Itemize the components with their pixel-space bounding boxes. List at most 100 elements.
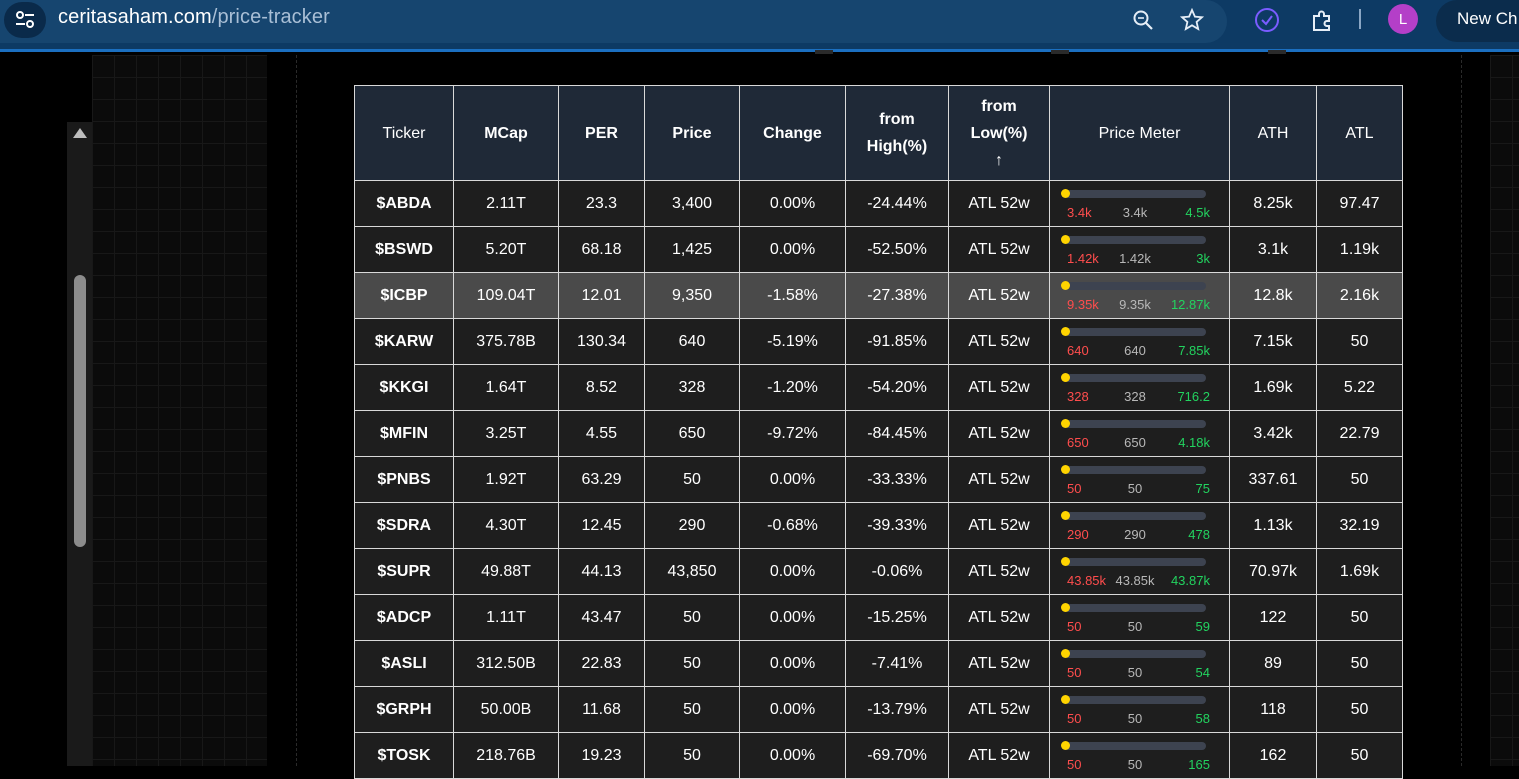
profile-avatar[interactable]: L <box>1388 4 1418 34</box>
atl-cell: 50 <box>1316 732 1403 779</box>
table-row[interactable]: $ASLI 312.50B 22.83 50 0.00% -7.41% ATL 52w 50 5… <box>354 640 1403 687</box>
ticker-link[interactable]: $KKGI <box>354 364 454 411</box>
ticker-link[interactable]: $PNBS <box>354 456 454 503</box>
header-change[interactable]: Change <box>739 85 846 181</box>
ath-cell: 337.61 <box>1229 456 1317 503</box>
extensions-puzzle-icon[interactable] <box>1308 6 1336 34</box>
price-meter-current: 50 <box>1127 710 1143 726</box>
table-row[interactable]: $KARW 375.78B 130.34 640 -5.19% -91.85% ATL 52… <box>354 318 1403 365</box>
price-meter-bar <box>1064 695 1206 704</box>
price-meter-cell: 328 328 716.2 <box>1049 364 1230 411</box>
ticker-link[interactable]: $TOSK <box>354 732 454 779</box>
header-ticker[interactable]: Ticker <box>354 85 454 181</box>
header-mcap[interactable]: MCap <box>453 85 559 181</box>
header-from-low[interactable]: from Low(%) ↑ <box>948 85 1050 181</box>
from-low-cell: ATL 52w <box>948 318 1050 365</box>
price-meter: 3.4k 3.4k 4.5k <box>1060 184 1220 224</box>
atl-cell: 22.79 <box>1316 410 1403 457</box>
table-row[interactable]: $ICBP 109.04T 12.01 9,350 -1.58% -27.38% ATL 5… <box>354 272 1403 319</box>
from-low-cell: ATL 52w <box>948 594 1050 641</box>
atl-cell: 50 <box>1316 686 1403 733</box>
price-meter-cell: 9.35k 9.35k 12.87k <box>1049 272 1230 319</box>
ticker-link[interactable]: $GRPH <box>354 686 454 733</box>
ticker-link[interactable]: $ASLI <box>354 640 454 687</box>
table-row[interactable]: $GRPH 50.00B 11.68 50 0.00% -13.79% ATL 52w 50 5… <box>354 686 1403 733</box>
address-bar[interactable]: ceritasaham.com/price-tracker <box>0 0 1227 43</box>
per-cell: 43.47 <box>558 594 645 641</box>
price-meter: 650 650 4.18k <box>1060 414 1220 454</box>
per-cell: 44.13 <box>558 548 645 595</box>
price-meter: 50 50 165 <box>1060 736 1220 776</box>
zoom-icon[interactable] <box>1129 6 1157 34</box>
change-cell: 0.00% <box>739 180 846 227</box>
table-row[interactable]: $PNBS 1.92T 63.29 50 0.00% -33.33% ATL 52w 50 50… <box>354 456 1403 503</box>
ticker-link[interactable]: $MFIN <box>354 410 454 457</box>
ath-cell: 1.69k <box>1229 364 1317 411</box>
header-from-high[interactable]: from High(%) <box>845 85 949 181</box>
from-high-cell: -91.85% <box>845 318 949 365</box>
bookmark-star-icon[interactable] <box>1178 6 1206 34</box>
price-meter-high: 478 <box>1188 526 1210 542</box>
change-cell: 0.00% <box>739 226 846 273</box>
from-low-cell: ATL 52w <box>948 686 1050 733</box>
table-row[interactable]: $TOSK 218.76B 19.23 50 0.00% -69.70% ATL 52w 50… <box>354 732 1403 779</box>
header-price-meter[interactable]: Price Meter <box>1049 85 1230 181</box>
url-text[interactable]: ceritasaham.com/price-tracker <box>58 6 330 29</box>
ticker-link[interactable]: $ABDA <box>354 180 454 227</box>
change-cell: -5.19% <box>739 318 846 365</box>
table-row[interactable]: $BSWD 5.20T 68.18 1,425 0.00% -52.50% ATL 52w 1… <box>354 226 1403 273</box>
price-meter-dot <box>1061 602 1070 612</box>
new-chat-button[interactable]: New Ch <box>1436 0 1519 42</box>
header-atl[interactable]: ATL <box>1316 85 1403 181</box>
ath-cell: 7.15k <box>1229 318 1317 365</box>
mcap-cell: 1.64T <box>453 364 559 411</box>
mcap-cell: 3.25T <box>453 410 559 457</box>
ticker-link[interactable]: $SDRA <box>354 502 454 549</box>
price-meter-low: 328 <box>1067 388 1089 404</box>
ticker-link[interactable]: $KARW <box>354 318 454 365</box>
price-meter-high: 12.87k <box>1170 296 1210 312</box>
price-meter-cell: 50 50 75 <box>1049 456 1230 503</box>
header-per[interactable]: PER <box>558 85 645 181</box>
header-price[interactable]: Price <box>644 85 740 181</box>
per-cell: 19.23 <box>558 732 645 779</box>
from-low-cell: ATL 52w <box>948 502 1050 549</box>
price-meter-cell: 1.42k 1.42k 3k <box>1049 226 1230 273</box>
header-from-high-line2: High(%) <box>866 138 928 155</box>
table-row[interactable]: $SUPR 49.88T 44.13 43,850 0.00% -0.06% ATL 52w… <box>354 548 1403 595</box>
price-meter-cell: 50 50 59 <box>1049 594 1230 641</box>
scrollbar-thumb[interactable] <box>74 275 86 547</box>
header-ath[interactable]: ATH <box>1229 85 1317 181</box>
per-cell: 12.01 <box>558 272 645 319</box>
table-row[interactable]: $ADCP 1.11T 43.47 50 0.00% -15.25% ATL 52w 50 50… <box>354 594 1403 641</box>
extension-check-icon[interactable] <box>1253 6 1281 34</box>
mcap-cell: 375.78B <box>453 318 559 365</box>
price-tracker-table: Ticker MCap PER Price Change from High(%… <box>354 85 1403 779</box>
from-high-cell: -24.44% <box>845 180 949 227</box>
price-meter-low: 50 <box>1067 618 1082 634</box>
table-row[interactable]: $MFIN 3.25T 4.55 650 -9.72% -84.45% ATL 52w 650… <box>354 410 1403 457</box>
price-meter-current: 1.42k <box>1119 250 1151 266</box>
table-row[interactable]: $ABDA 2.11T 23.3 3,400 0.00% -24.44% ATL 52w 3.… <box>354 180 1403 227</box>
price-meter: 50 50 58 <box>1060 690 1220 730</box>
scroll-up-icon[interactable] <box>73 128 87 138</box>
table-row[interactable]: $SDRA 4.30T 12.45 290 -0.68% -39.33% ATL 52w 29… <box>354 502 1403 549</box>
mcap-cell: 4.30T <box>453 502 559 549</box>
price-meter-bar <box>1064 649 1206 658</box>
table-row[interactable]: $KKGI 1.64T 8.52 328 -1.20% -54.20% ATL 52w 328… <box>354 364 1403 411</box>
price-cell: 290 <box>644 502 740 549</box>
ticker-link[interactable]: $SUPR <box>354 548 454 595</box>
price-meter-cell: 43.85k 43.85k 43.87k <box>1049 548 1230 595</box>
site-settings-icon[interactable] <box>4 2 46 38</box>
price-meter-cell: 640 640 7.85k <box>1049 318 1230 365</box>
price-meter: 43.85k 43.85k 43.87k <box>1060 552 1220 592</box>
price-meter-current: 3.4k <box>1122 204 1148 220</box>
ticker-link[interactable]: $ICBP <box>354 272 454 319</box>
ath-cell: 1.13k <box>1229 502 1317 549</box>
ticker-link[interactable]: $ADCP <box>354 594 454 641</box>
price-meter-dot <box>1061 556 1070 566</box>
price-cell: 50 <box>644 640 740 687</box>
mcap-cell: 1.11T <box>453 594 559 641</box>
ticker-link[interactable]: $BSWD <box>354 226 454 273</box>
header-from-low-line2: Low(%) <box>970 124 1028 142</box>
